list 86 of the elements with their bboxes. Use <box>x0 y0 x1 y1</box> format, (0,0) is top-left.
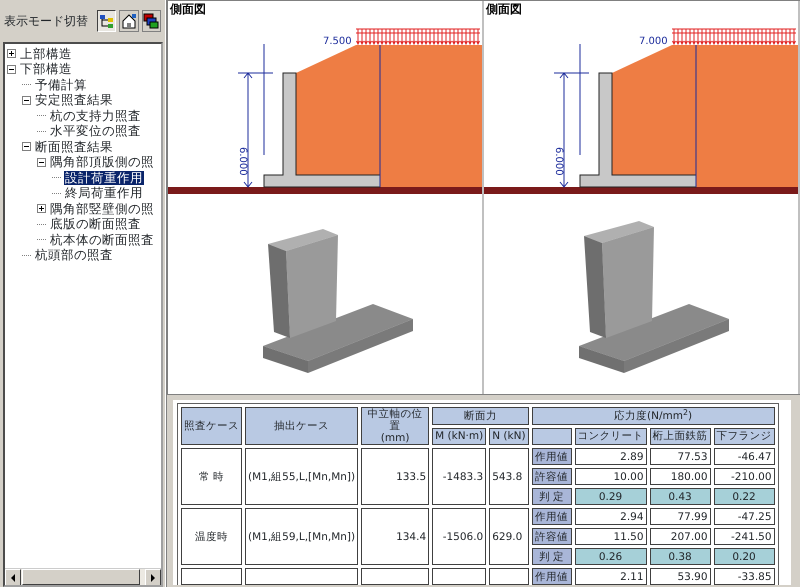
table-cell: 0.22 <box>714 488 775 505</box>
table-cell: (M1,組59,L,[Mn,Mn]) <box>245 508 358 565</box>
table-cell: 0.29 <box>574 488 647 505</box>
height-dimension-label: 6.000 <box>553 147 564 176</box>
table-cell: -1506.0 <box>432 508 486 565</box>
height-dimension-label: 6.000 <box>237 147 248 176</box>
table-cell: -241.50 <box>714 528 775 545</box>
table-cell: 2.94 <box>574 508 647 525</box>
left-arrow-icon <box>10 574 16 582</box>
tree-view-icon <box>98 13 115 29</box>
width-dimension-label: 7.500 <box>323 36 352 47</box>
table-cell: 77.53 <box>650 448 711 465</box>
table-cell: 629.0 <box>489 508 529 565</box>
table-cell: 常 時 <box>181 448 242 505</box>
row-label: 許容値 <box>532 468 572 485</box>
table-cell: 0.20 <box>714 548 775 565</box>
column-header: M (kN·m) <box>432 428 486 445</box>
column-header: 照査ケース <box>181 407 242 445</box>
column-header: 断面力 <box>432 407 529 424</box>
width-dimension-label: 7.000 <box>639 36 668 47</box>
scroll-right-button[interactable] <box>145 569 161 585</box>
view-title: 側面図 <box>486 2 522 16</box>
scrollbar-thumb[interactable] <box>22 569 140 585</box>
column-header: コンクリート <box>574 428 647 445</box>
tree-item[interactable]: 上部構造 <box>19 46 73 61</box>
table-cell: 543.8 <box>489 448 529 505</box>
table-cell: 2.11 <box>574 568 647 585</box>
table-cell: -1483.3 <box>432 448 486 505</box>
tree-item[interactable]: 杭本体の断面照査 <box>49 232 155 247</box>
row-label: 判 定 <box>532 488 572 505</box>
column-header: 応力度(N/mm$^{2}$) <box>532 407 775 424</box>
table-cell: 180.00 <box>650 468 711 485</box>
toolbar-button[interactable] <box>97 10 116 32</box>
row-label: 判 定 <box>532 548 572 565</box>
layers-icon <box>143 13 160 29</box>
column-header: 桁上面鉄筋 <box>650 428 711 445</box>
column-header: 下フランジ <box>714 428 775 445</box>
table-cell: -46.47 <box>714 448 775 465</box>
table-cell: (M1,組55,L,[Mn,Mn]) <box>245 448 358 505</box>
tree-item[interactable]: 杭頭部の照査 <box>34 248 114 262</box>
table-cell: 11.50 <box>574 528 647 545</box>
view-title: 側面図 <box>170 2 206 16</box>
expander-icon[interactable] <box>22 142 31 152</box>
row-label: 許容値 <box>532 528 572 545</box>
row-label: 作用値 <box>532 508 572 525</box>
table-cell: 207.00 <box>650 528 711 545</box>
tree-item[interactable]: 終局荷重作用 <box>64 186 144 200</box>
toolbar-button[interactable] <box>119 10 139 32</box>
tree-item[interactable]: 設計荷重作用 <box>64 170 144 185</box>
expander-icon[interactable] <box>7 64 16 74</box>
toolbar-label: 表示モード切替 <box>4 13 88 30</box>
tree-item[interactable]: 杭の支持力照査 <box>49 108 142 123</box>
tree-item[interactable]: 水平変位の照査 <box>49 124 142 138</box>
scroll-left-button[interactable] <box>5 569 21 585</box>
table-cell: -33.85 <box>714 568 775 585</box>
column-header: 抽出ケース <box>245 407 358 445</box>
table-cell: 53.90 <box>650 568 711 585</box>
tree-item[interactable]: 下部構造 <box>19 62 73 76</box>
expander-icon[interactable] <box>37 204 46 214</box>
table-cell: 0.26 <box>574 548 647 565</box>
table-cell: -210.00 <box>714 468 775 485</box>
expander-icon[interactable] <box>22 96 31 105</box>
tree-item[interactable]: 隅角部竪壁側の照 <box>49 202 155 216</box>
tree-item[interactable]: 隅角部頂版側の照 <box>49 155 155 170</box>
table-cell: -47.25 <box>714 508 775 525</box>
column-header: 中立軸の位置 (mm) <box>361 407 430 445</box>
table-cell: 0.43 <box>650 488 711 505</box>
table-cell: 10.00 <box>574 468 647 485</box>
tree-item[interactable]: 断面照査結果 <box>34 140 114 154</box>
table-cell: 133.5 <box>361 448 430 505</box>
expander-icon[interactable] <box>37 158 46 167</box>
table-cell: 134.4 <box>361 508 430 565</box>
table-cell: 77.99 <box>650 508 711 525</box>
table-cell: 0.38 <box>650 548 711 565</box>
toolbar-button[interactable] <box>142 10 161 32</box>
tree-item[interactable]: 予備計算 <box>34 78 88 92</box>
house-icon <box>120 13 137 29</box>
right-arrow-icon <box>150 574 156 582</box>
expander-icon[interactable] <box>7 49 16 58</box>
column-header: N (kN) <box>489 428 529 445</box>
row-label: 作用値 <box>532 568 572 585</box>
tree-item[interactable]: 底版の断面照査 <box>49 217 142 232</box>
tree-item[interactable]: 安定照査結果 <box>34 93 114 108</box>
table-cell: 2.89 <box>574 448 647 465</box>
table-cell: 温度時 <box>181 508 242 565</box>
row-label: 作用値 <box>532 448 572 465</box>
